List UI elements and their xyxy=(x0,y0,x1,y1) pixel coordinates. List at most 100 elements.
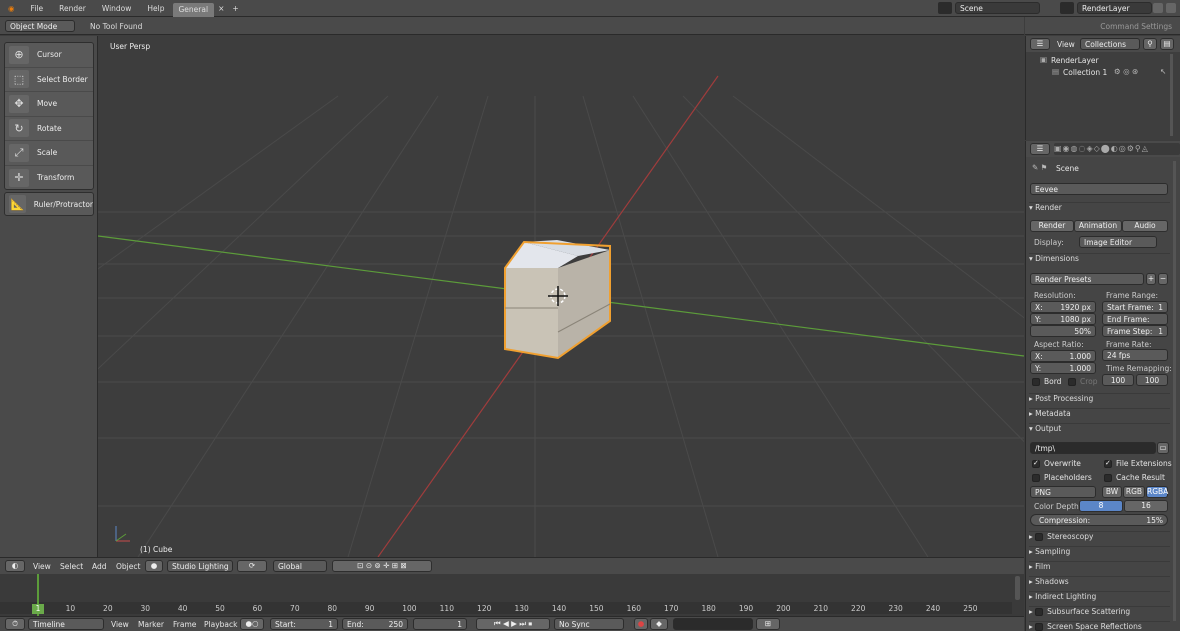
overwrite-checkbox[interactable]: Overwrite xyxy=(1032,459,1081,468)
properties-scrollbar[interactable] xyxy=(1173,161,1176,621)
render-audio-button[interactable]: Audio xyxy=(1122,220,1168,232)
resolution-percent-field[interactable]: 50% xyxy=(1030,325,1096,337)
color-rgb-button[interactable]: RGB xyxy=(1123,486,1145,498)
outliner-render-layer[interactable]: RenderLayer xyxy=(1051,56,1099,65)
file-format-selector[interactable]: PNG xyxy=(1030,486,1096,498)
checkbox-box[interactable] xyxy=(1035,608,1044,616)
keying-set-field[interactable] xyxy=(673,618,753,630)
outliner-view-menu[interactable]: View xyxy=(1057,40,1075,49)
border-checkbox[interactable]: Bord xyxy=(1032,377,1061,386)
dimensions-panel-header[interactable]: ▾ Dimensions xyxy=(1029,253,1170,267)
remap-old-field[interactable]: 100 xyxy=(1102,374,1134,386)
tool-cursor[interactable]: ⊕ Cursor xyxy=(5,43,93,68)
tool-select-border[interactable]: ⬚ Select Border xyxy=(5,68,93,92)
remove-layer-button[interactable] xyxy=(1166,3,1176,13)
frame-rate-selector[interactable]: 24 fps xyxy=(1102,349,1168,361)
color-bw-button[interactable]: BW xyxy=(1102,486,1122,498)
color-depth-16-button[interactable]: 16 xyxy=(1124,500,1168,512)
timeline-menu-frame[interactable]: Frame xyxy=(173,620,196,629)
tool-rotate[interactable]: ↻ Rotate xyxy=(5,117,93,141)
menu-render[interactable]: Render xyxy=(51,4,94,13)
start-frame-field[interactable]: Start: 1 xyxy=(270,618,338,630)
snap-buttons[interactable]: ⊡ ⊙ ⊚ ✛ ⊞ ⊠ xyxy=(332,560,432,572)
tool-move[interactable]: ✥ Move xyxy=(5,92,93,117)
outliner-new-button[interactable]: ▤ xyxy=(1160,38,1174,50)
preset-remove-button[interactable]: − xyxy=(1158,273,1168,285)
scene-pin-icon[interactable]: ✎ ⚑ xyxy=(1032,163,1047,172)
folder-browse-icon[interactable]: ▭ xyxy=(1157,442,1169,454)
scene-icon[interactable] xyxy=(938,2,952,14)
render-layer-selector[interactable]: RenderLayer xyxy=(1077,2,1152,14)
timeline-area[interactable]: 1 10 20 30 40 50 60 70 80 90 100 110 120 130 140 150 16… xyxy=(0,574,1024,616)
post-processing-header[interactable]: ▸ Post Processing xyxy=(1029,393,1170,407)
menu-object[interactable]: Object xyxy=(116,562,140,571)
output-panel-header[interactable]: ▾ Output xyxy=(1029,423,1170,437)
timeline-editor-selector[interactable]: Timeline xyxy=(28,618,104,630)
render-engine-selector[interactable]: Eevee xyxy=(1030,183,1168,195)
shadows-header[interactable]: ▸ Shadows xyxy=(1029,576,1170,590)
editor-type-button[interactable]: ◐ xyxy=(5,560,25,572)
cache-result-checkbox[interactable]: Cache Result xyxy=(1104,473,1165,482)
subsurface-scattering-header[interactable]: ▸ Subsurface Scattering xyxy=(1029,606,1170,620)
3d-viewport[interactable]: User Persp (1) Cube xyxy=(98,36,1024,557)
film-header[interactable]: ▸ Film xyxy=(1029,561,1170,575)
aspect-x-field[interactable]: X: 1.000 xyxy=(1030,350,1096,362)
shading-selector[interactable]: Studio Lighting xyxy=(167,560,233,572)
preset-add-button[interactable]: + xyxy=(1146,273,1156,285)
menu-add[interactable]: Add xyxy=(92,562,107,571)
mode-selector[interactable]: Object Mode xyxy=(5,20,75,32)
compression-slider[interactable]: Compression: 15% xyxy=(1030,514,1168,526)
outliner-editor-type[interactable]: ☰ xyxy=(1030,38,1050,50)
ssr-header[interactable]: ▸ Screen Space Reflections xyxy=(1029,621,1170,631)
output-path-field[interactable]: /tmp\ xyxy=(1030,442,1156,454)
select-toggle-icon[interactable]: ↖ xyxy=(1160,67,1166,76)
end-frame-field[interactable]: End: 250 xyxy=(342,618,408,630)
timeline-menu-marker[interactable]: Marker xyxy=(138,620,164,629)
render-layer-icon[interactable] xyxy=(1060,2,1074,14)
color-rgba-button[interactable]: RGBA xyxy=(1146,486,1168,498)
end-frame-prop[interactable]: End Frame:250 xyxy=(1102,313,1168,325)
menu-help[interactable]: Help xyxy=(139,4,172,13)
display-mode-selector[interactable]: Collections xyxy=(1080,38,1140,50)
timeline-editor-type[interactable]: ⏱ xyxy=(5,618,25,630)
file-extensions-checkbox[interactable]: File Extensions xyxy=(1104,459,1172,468)
current-frame-field[interactable]: 1 xyxy=(413,618,467,630)
properties-tabs[interactable]: ▣◉◍◌◈◇⬤◐◎⚙⚲◬ xyxy=(1054,143,1180,155)
shading-mode-button[interactable]: ● xyxy=(145,560,163,572)
indirect-lighting-header[interactable]: ▸ Indirect Lighting xyxy=(1029,591,1170,605)
resolution-y-field[interactable]: Y: 1080 px xyxy=(1030,313,1096,325)
color-depth-8-button[interactable]: 8 xyxy=(1079,500,1123,512)
timeline-menu-view[interactable]: View xyxy=(111,620,129,629)
outliner-scrollbar[interactable] xyxy=(1170,54,1173,136)
placeholders-checkbox[interactable]: Placeholders xyxy=(1032,473,1092,482)
tool-scale[interactable]: ⤢ Scale xyxy=(5,141,93,166)
workspace-tab-general[interactable]: General xyxy=(172,2,215,17)
render-button[interactable]: Render xyxy=(1030,220,1074,232)
frame-step-prop[interactable]: Frame Step: 1 xyxy=(1102,325,1168,337)
pivot-button[interactable]: ⟳ xyxy=(237,560,267,572)
add-layer-button[interactable] xyxy=(1153,3,1163,13)
orientation-selector[interactable]: Global xyxy=(273,560,327,572)
scene-selector[interactable]: Scene xyxy=(955,2,1040,14)
render-animation-button[interactable]: Animation xyxy=(1074,220,1122,232)
render-panel-header[interactable]: ▾ Render xyxy=(1029,202,1170,216)
crop-checkbox[interactable]: Crop xyxy=(1068,377,1098,386)
checkbox-box[interactable] xyxy=(1035,623,1044,631)
sampling-header[interactable]: ▸ Sampling xyxy=(1029,546,1170,560)
tool-transform[interactable]: ✛ Transform xyxy=(5,166,93,191)
metadata-header[interactable]: ▸ Metadata xyxy=(1029,408,1170,422)
timeline-menu-playback[interactable]: Playback xyxy=(204,620,237,629)
properties-editor-type[interactable]: ☰ xyxy=(1030,143,1050,155)
record-button[interactable]: ● xyxy=(634,618,648,630)
playback-controls[interactable]: ⏮ ◀ ▶ ⏭ ⏹ xyxy=(476,618,550,630)
aspect-y-field[interactable]: Y: 1.000 xyxy=(1030,362,1096,374)
keying-insert-button[interactable]: ⊞ xyxy=(756,618,780,630)
remap-new-field[interactable]: 100 xyxy=(1136,374,1168,386)
keyframe-button[interactable]: ◆ xyxy=(650,618,668,630)
display-selector[interactable]: Image Editor xyxy=(1079,236,1157,248)
menu-window[interactable]: Window xyxy=(94,4,140,13)
resolution-x-field[interactable]: X: 1920 px xyxy=(1030,301,1096,313)
sync-selector[interactable]: No Sync xyxy=(554,618,624,630)
stereoscopy-header[interactable]: ▸ Stereoscopy xyxy=(1029,531,1170,545)
tab-add-button[interactable]: + xyxy=(228,4,242,13)
